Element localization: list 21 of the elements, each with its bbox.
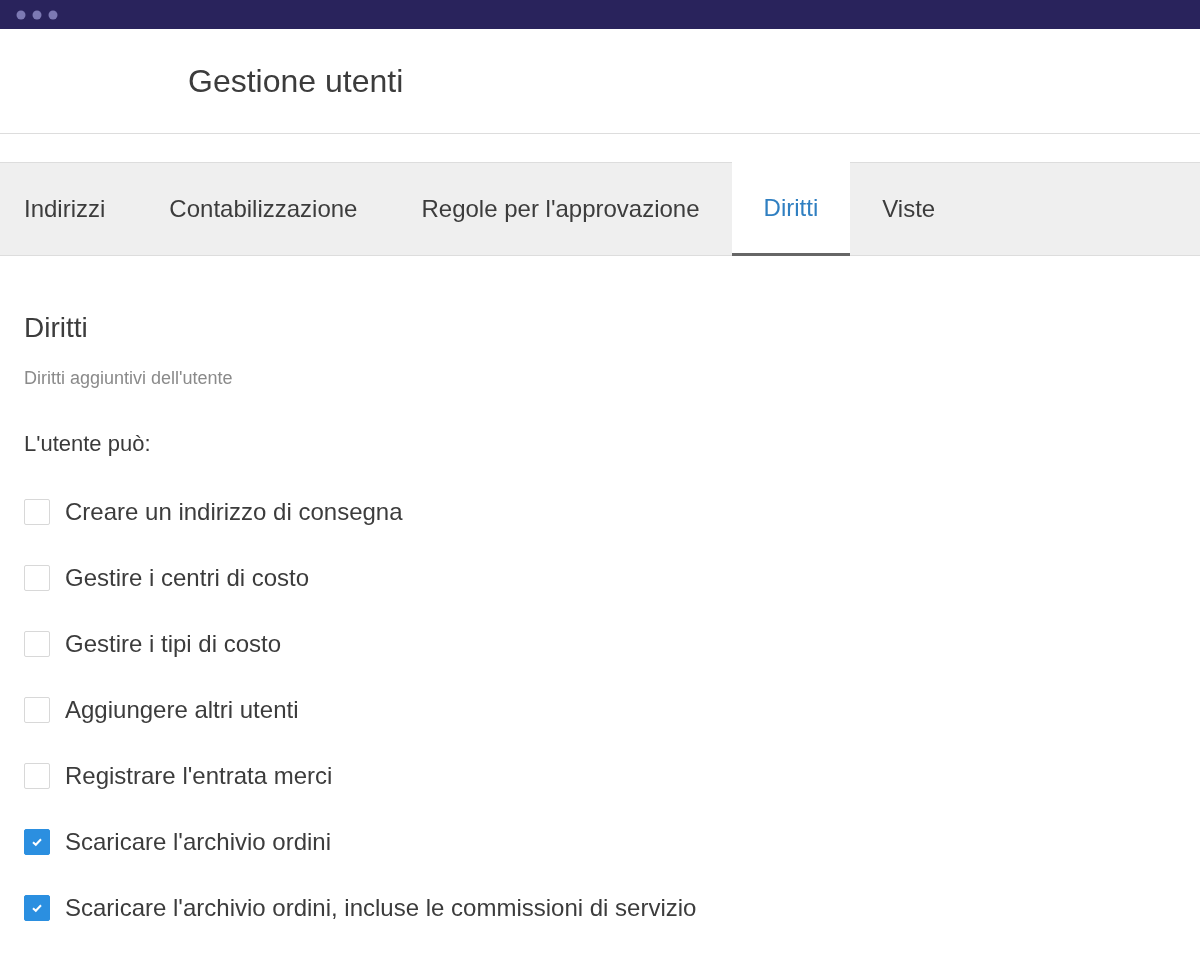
tab[interactable]: Viste [850,162,968,256]
checkbox[interactable] [24,895,50,921]
checkbox-label: Gestire i centri di costo [65,564,310,592]
checkbox-label: Scaricare l'archivio ordini [65,828,331,856]
checkbox[interactable] [24,829,50,855]
checkmark-icon [31,903,43,913]
page-title: Gestione utenti [188,62,404,100]
tab[interactable]: Diritti [731,162,851,256]
window-dots-icon [16,9,58,20]
checkmark-icon [31,837,43,847]
tab[interactable]: Contabilizzazione [137,162,390,256]
checkbox-label: Creare un indirizzo di consegna [65,498,403,526]
checkbox-label: Gestire i tipi di costo [65,630,282,658]
checkbox-label: Aggiungere altri utenti [65,696,299,724]
section-subtitle: Diritti aggiuntivi dell'utente [24,368,234,389]
tab[interactable]: Regole per l'approvazione [389,162,732,256]
section-title: Diritti [24,312,89,344]
checkbox-label: Scaricare l'archivio ordini, incluse le commissioni di servizio [65,894,697,922]
tab[interactable]: Indirizzi [0,162,138,256]
checkbox-label: Registrare l'entrata merci [65,762,333,790]
intro-text: L'utente può: [24,431,152,457]
